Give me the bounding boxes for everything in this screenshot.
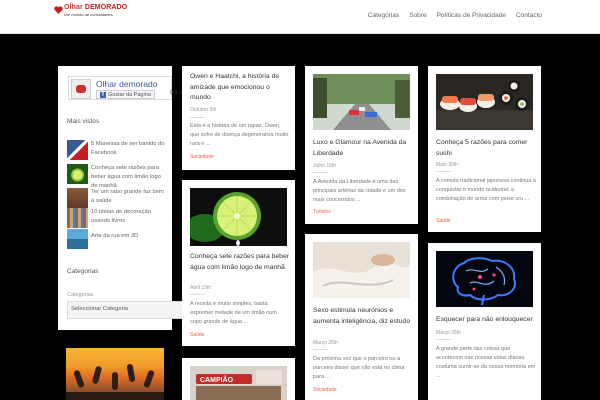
most-viewed-list: 5 Maneiras de ser banido do Facebook Con… [67, 138, 167, 251]
post-divider [436, 339, 451, 340]
facebook-page-name[interactable]: Olhar demorado [96, 79, 157, 89]
categories-select[interactable]: Seleccionar Categoria [67, 301, 183, 319]
post-date: Março 25th [436, 330, 462, 336]
list-item[interactable]: Ter um rabo grande faz bem à saúde [67, 186, 167, 208]
nav-categorias[interactable]: Categorias [368, 12, 399, 19]
facebook-page-avatar[interactable] [71, 79, 91, 99]
most-viewed-link[interactable]: Arte da rua em 3D [91, 232, 167, 241]
nav-privacidade[interactable]: Políticas de Privacidade [437, 12, 506, 19]
sidebar: Olhar demorado f Gostar da Página 9.1 m … [58, 66, 188, 330]
post-divider [190, 117, 205, 118]
sushi-image[interactable] [436, 74, 533, 130]
sunset-jump-thumbnail[interactable] [66, 348, 164, 400]
most-viewed-title: Mais vistos [67, 118, 100, 125]
post-date: Abril 15th [190, 285, 212, 291]
post-category[interactable]: Sociedade [313, 387, 337, 393]
post-card[interactable]: Owen e Haatchi, a história de amizade qu… [182, 66, 295, 170]
post-card[interactable]: CAMPIÃO [182, 358, 295, 400]
lime-slice-image[interactable] [190, 188, 287, 246]
post-card[interactable]: Sexo estimula neurónios e aumenta inteli… [305, 234, 418, 400]
post-title[interactable]: Luxo e Glamour na Avenida da Liberdade [313, 138, 413, 159]
post-category[interactable]: Sociedade [190, 154, 214, 160]
post-card[interactable]: Luxo e Glamour na Avenida da Liberdade J… [305, 66, 418, 224]
facebook-icon: f [100, 91, 106, 98]
post-excerpt: A receita é muito simples, basta espreme… [190, 301, 277, 325]
facebook-page-widget: Olhar demorado f Gostar da Página 9.1 m … [68, 76, 188, 100]
most-viewed-link[interactable]: Ter um rabo grande faz bem à saúde [91, 188, 167, 206]
post-date: Outubro 9th [190, 107, 217, 113]
facebook-like-label: Gostar da Página [108, 91, 151, 98]
logo-tagline: Um mundo de curiosidades [64, 12, 113, 17]
post-date: Maio 30th [436, 162, 458, 168]
post-category[interactable]: Turismo [313, 209, 331, 215]
post-card[interactable]: Esquecer para não enlouquecer Março 25th… [428, 243, 541, 400]
nav-sobre[interactable]: Sobre [409, 12, 426, 19]
list-item[interactable]: Conheça sete razões para beber água com … [67, 162, 167, 189]
post-card[interactable]: Conheça sete razões para beber água com … [182, 180, 295, 346]
post-excerpt: Esta é a história de um rapaz, Owen, que… [190, 123, 289, 147]
most-viewed-link[interactable]: 10 ideias de decoração usando livros [91, 208, 167, 226]
facebook-ban-thumbnail[interactable] [67, 140, 88, 160]
post-title[interactable]: Owen e Haatchi, a história de amizade qu… [190, 72, 290, 104]
post-excerpt: Da próxima vez que o parceiro ou a parce… [313, 356, 405, 380]
post-excerpt: A grande parte das coisas que acontecem … [436, 346, 536, 379]
main-nav: Categorias Sobre Políticas de Privacidad… [368, 12, 542, 19]
logo-brand: Olhar DEMORADO [64, 4, 128, 11]
post-divider [190, 294, 205, 295]
brain-image[interactable] [436, 251, 533, 307]
street-art-thumbnail[interactable] [67, 229, 88, 249]
book-decoration-thumbnail[interactable] [67, 208, 88, 228]
list-item[interactable]: Arte da rua em 3D [67, 227, 167, 251]
bed-sheets-image[interactable] [313, 242, 410, 298]
lemon-water-thumbnail[interactable] [67, 164, 88, 184]
big-bottom-thumbnail[interactable] [67, 188, 88, 208]
post-date: Julho 16th [313, 163, 337, 169]
categories-label: Categorias [67, 292, 94, 298]
post-divider [313, 349, 328, 350]
nav-contacto[interactable]: Contacto [516, 12, 542, 19]
most-viewed-link[interactable]: 5 Maneiras de ser banido do Facebook [91, 140, 167, 158]
site-header: Olhar DEMORADO Um mundo de curiosidades … [0, 0, 600, 34]
post-title[interactable]: Sexo estimula neurónios e aumenta inteli… [313, 306, 413, 327]
post-date: Março 26th [313, 340, 339, 346]
post-title[interactable]: Esquecer para não enlouquecer [436, 315, 536, 326]
post-divider [313, 172, 328, 173]
facebook-like-button[interactable]: f Gostar da Página [96, 90, 155, 99]
avenida-liberdade-image[interactable] [313, 74, 410, 130]
post-title[interactable]: Conheça sete razões para beber água com … [190, 252, 290, 273]
shopfront-image[interactable]: CAMPIÃO [190, 366, 287, 400]
post-divider [436, 171, 451, 172]
site-logo[interactable]: Olhar DEMORADO Um mundo de curiosidades [54, 4, 144, 18]
post-excerpt: A Avenida da Liberdade é uma das princip… [313, 179, 406, 203]
categories-title: Categorias [67, 268, 99, 275]
heart-icon [54, 6, 63, 14]
post-title[interactable]: Conheça 5 razões para comer sushi [436, 138, 536, 159]
list-item[interactable]: 5 Maneiras de ser banido do Facebook [67, 138, 167, 162]
shop-sign: CAMPIÃO [200, 375, 234, 384]
post-excerpt: A comida tradicional japonesa continua a… [436, 178, 536, 202]
post-category[interactable]: Saúde [436, 218, 450, 224]
list-item[interactable]: 10 ideias de decoração usando livros [67, 206, 167, 228]
post-category[interactable]: Saúde [190, 332, 204, 338]
post-card[interactable]: Conheça 5 razões para comer sushi Maio 3… [428, 66, 541, 232]
